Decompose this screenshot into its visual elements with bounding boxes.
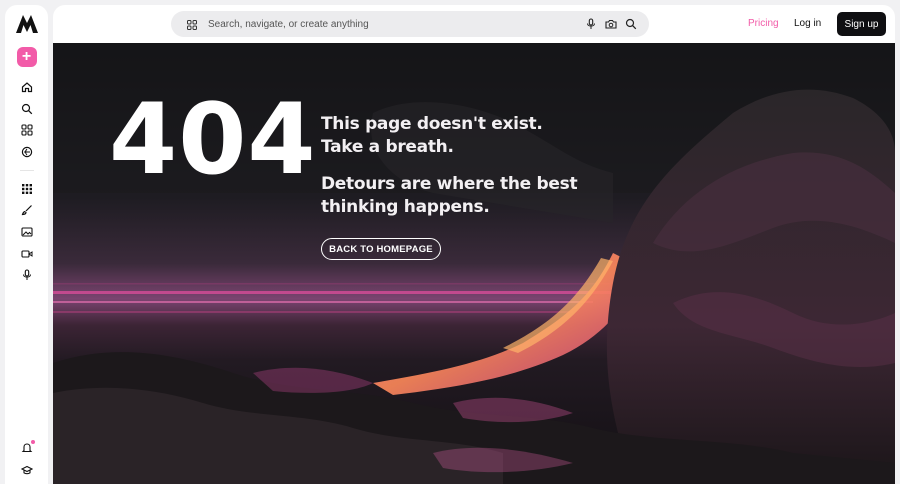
logo[interactable] bbox=[15, 15, 38, 33]
learn-icon[interactable] bbox=[17, 460, 37, 480]
search-icon[interactable] bbox=[17, 99, 37, 119]
back-to-homepage-button[interactable]: BACK TO HOMEPAGE bbox=[321, 238, 441, 260]
sidebar-primary-nav bbox=[17, 77, 37, 162]
error-hero: 404 This page doesn't exist. Take a brea… bbox=[53, 43, 895, 484]
video-icon[interactable] bbox=[17, 244, 37, 264]
error-message-secondary: Detours are where the best thinking happ… bbox=[321, 174, 578, 217]
search-input[interactable] bbox=[208, 18, 568, 30]
top-bar: Pricing Log in Sign up bbox=[53, 5, 895, 43]
login-link[interactable]: Log in bbox=[794, 18, 821, 29]
image-icon[interactable] bbox=[17, 222, 37, 242]
sidebar-tools-nav bbox=[17, 179, 37, 285]
sidebar-divider bbox=[19, 169, 34, 171]
explore-icon[interactable] bbox=[17, 142, 37, 162]
create-button[interactable]: + bbox=[16, 47, 37, 67]
error-code: 404 bbox=[109, 83, 317, 197]
grid-icon[interactable] bbox=[17, 179, 37, 199]
error-message-primary: This page doesn't exist. Take a breath. bbox=[321, 114, 543, 157]
notification-dot bbox=[30, 440, 35, 444]
brush-icon[interactable] bbox=[17, 200, 37, 220]
apps-icon[interactable] bbox=[17, 120, 37, 140]
command-icon bbox=[186, 18, 198, 30]
signup-button[interactable]: Sign up bbox=[837, 12, 886, 36]
voice-search-icon[interactable] bbox=[585, 18, 597, 30]
sidebar: + bbox=[5, 5, 48, 484]
camera-search-icon[interactable] bbox=[605, 18, 617, 30]
notification-icon[interactable] bbox=[17, 438, 37, 458]
search-bar[interactable] bbox=[171, 11, 649, 37]
sidebar-bottom bbox=[17, 438, 37, 480]
home-icon[interactable] bbox=[17, 77, 37, 97]
microphone-icon[interactable] bbox=[17, 265, 37, 285]
search-submit-icon[interactable] bbox=[625, 18, 637, 30]
pricing-link[interactable]: Pricing bbox=[748, 18, 779, 29]
